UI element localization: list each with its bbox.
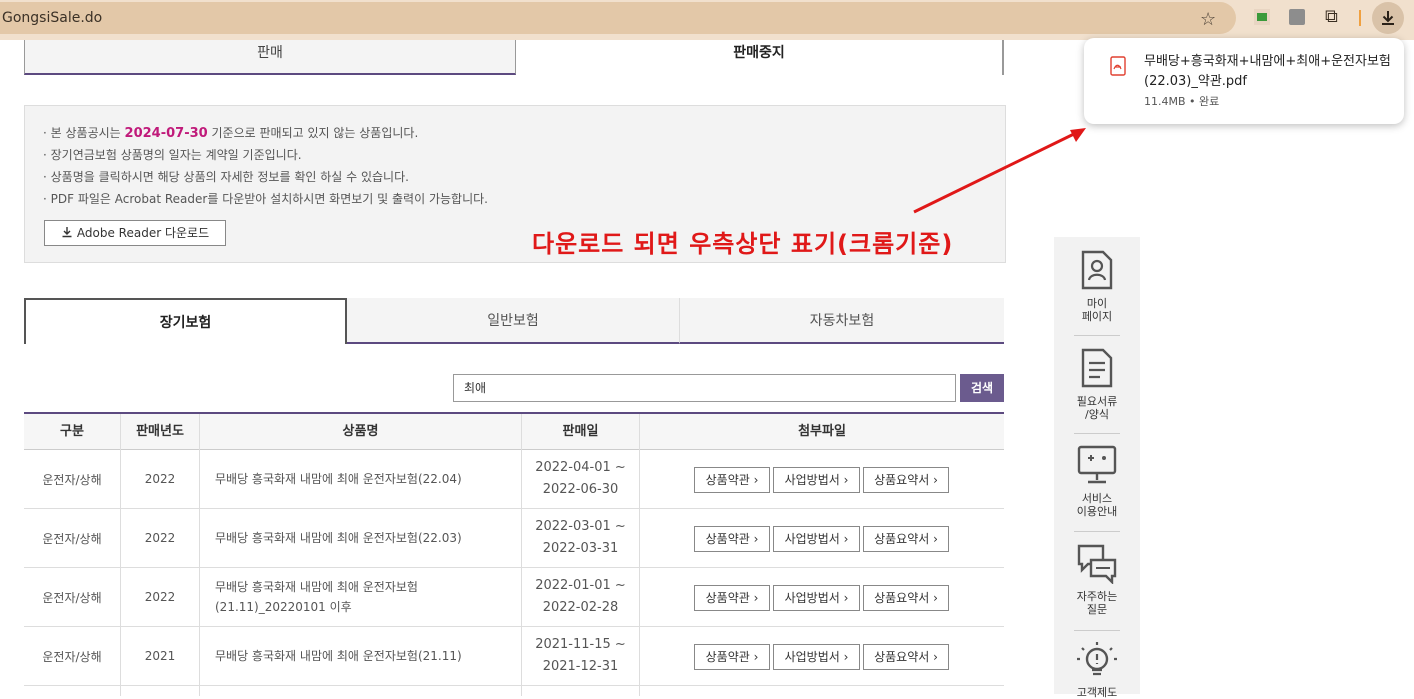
tab-general[interactable]: 일반보험 (347, 298, 680, 344)
terms-button[interactable]: 상품약관 › (694, 526, 770, 552)
notice-line-2: · 장기연금보험 상품명의 일자는 계약일 기준입니다. (43, 148, 302, 162)
row-year: 2021 (121, 627, 200, 685)
row-sale-date: 2022-04-01 ~2022-06-30 (522, 450, 640, 508)
row-attachments: 상품약관 › 사업방법서 › 상품요약서 › (640, 509, 1004, 567)
download-meta: 11.4MB • 완료 (1144, 95, 1220, 108)
tab-discontinued[interactable]: 판매중지 (516, 40, 1004, 75)
row-sale-date: 2022-03-01 ~2022-03-31 (522, 509, 640, 567)
product-link[interactable]: 무배당 흥국화재 내맘에 최애 운전자보험(22.04) (200, 450, 522, 508)
sidebar-item-service-guide[interactable]: 서비스 이용안내 (1054, 444, 1140, 518)
row-category: 운전자/상해 (24, 627, 121, 685)
row-year: 2022 (121, 509, 200, 567)
tab-auto[interactable]: 자동차보험 (680, 298, 1004, 344)
col-year: 판매년도 (121, 414, 200, 450)
col-attachments: 첨부파일 (798, 424, 846, 439)
tab-long-term[interactable]: 장기보험 (24, 298, 347, 344)
table-row: 운전자/상해 2022 무배당 흥국화재 내맘에 최애 운전자보험(21.11)… (24, 568, 1004, 627)
downloads-button[interactable] (1372, 2, 1404, 34)
search-input[interactable]: 최애 (453, 374, 956, 402)
notice-date: 2024-07-30 (124, 126, 208, 141)
download-icon (62, 227, 72, 238)
row-category: 운전자/상해 (24, 568, 121, 626)
tab-on-sale[interactable]: 판매 (24, 40, 516, 75)
user-card-icon (1081, 250, 1113, 290)
row-attachments: 상품약관 › 사업방법서 › 상품요약서 › (640, 568, 1004, 626)
sidebar-item-mypage[interactable]: 마이 페이지 (1054, 249, 1140, 323)
row-category: 운전자/상해 (24, 450, 121, 508)
address-bar[interactable]: GongsiSale.do ☆ (0, 2, 1236, 34)
row-year: 2022 (121, 568, 200, 626)
business-method-button[interactable]: 사업방법서 › (773, 526, 860, 552)
document-icon (1081, 348, 1113, 388)
adobe-reader-download-button[interactable]: Adobe Reader 다운로드 (44, 220, 226, 246)
chat-bubbles-icon (1077, 544, 1117, 584)
extensions-puzzle-icon[interactable]: ⧉ (1325, 6, 1338, 27)
business-method-button[interactable]: 사업방법서 › (773, 467, 860, 493)
summary-button[interactable]: 상품요약서 › (863, 644, 949, 670)
download-popup: 무배당+흥국화재+내맘에+최애+운전자보험(22.03)_약관.pdf 11.4… (1084, 38, 1404, 124)
product-link[interactable]: 무배당 흥국화재 내맘에 최애 운전자보험(21.11) (200, 627, 522, 685)
col-category: 구분 (24, 414, 121, 450)
sidebar-item-documents[interactable]: 필요서류/양식 (1054, 347, 1140, 421)
col-product: 상품명 (200, 414, 522, 450)
browser-toolbar: GongsiSale.do ☆ ⧉ (0, 0, 1414, 40)
business-method-button[interactable]: 사업방법서 › (773, 644, 860, 670)
table-header: 구분 판매년도 상품명 판매일 첨부파일 (24, 412, 1004, 450)
table-row: 운전자/상해 2021 무배당 흥국화재 내맘에 최애 운전자보험(21.11)… (24, 627, 1004, 686)
download-icon (1382, 11, 1394, 25)
search-button[interactable]: 검색 (960, 374, 1004, 402)
table-row: 운전자/상해 2022 무배당 흥국화재 내맘에 최애 운전자보험(22.04)… (24, 450, 1004, 509)
product-link[interactable]: 무배당 흥국화재 내맘에 최애 운전자보험(22.03) (200, 509, 522, 567)
sale-status-tabs: 판매 판매중지 (24, 40, 1004, 76)
table-row: 운전자/상해 2022 무배당 흥국화재 내맘에 최애 운전자보험(22.03)… (24, 509, 1004, 568)
bookmark-star-icon[interactable]: ☆ (1200, 9, 1216, 30)
summary-button[interactable]: 상품요약서 › (863, 526, 949, 552)
row-attachments: 상품약관 › 사업방법서 › 상품요약서 › (640, 450, 1004, 508)
terms-button[interactable]: 상품약관 › (694, 644, 770, 670)
notice-line-4: · PDF 파일은 Acrobat Reader를 다운받아 설치하시면 화면보… (43, 192, 488, 206)
monitor-icon (1077, 445, 1117, 484)
quick-menu-sidebar: 마이 페이지 필요서류/양식 서비스 이용안내 자주하는 질문 고객제도 (1054, 237, 1140, 699)
annotation-arrow (913, 128, 1086, 214)
toolbar-separator (1359, 10, 1361, 26)
product-link[interactable]: 무배당 흥국화재 내맘에 최애 운전자보험(21.11)_20220101 이후 (200, 568, 522, 626)
lightbulb-icon (1077, 642, 1117, 676)
annotation-text: 다운로드 되면 우측상단 표기(크롬기준) (532, 230, 954, 258)
url-text[interactable]: GongsiSale.do (2, 10, 102, 26)
terms-button[interactable]: 상품약관 › (694, 467, 770, 493)
row-attachments: 상품약관 › 사업방법서 › 상품요약서 › (640, 627, 1004, 685)
category-tabs: 장기보험 일반보험 자동차보험 (24, 298, 1004, 344)
profile-extension-icon[interactable] (1289, 9, 1305, 25)
notice-line-3: · 상품명을 클릭하시면 해당 상품의 자세한 정보를 확인 하실 수 있습니다… (43, 170, 409, 184)
terms-button[interactable]: 상품약관 › (694, 585, 770, 611)
notice-line-1: · 본 상품공시는 2024-07-30 기준으로 판매되고 있지 않는 상품입… (43, 126, 419, 141)
extension-icon[interactable] (1254, 9, 1270, 25)
download-size: 11.4MB (1144, 95, 1186, 108)
download-filename[interactable]: 무배당+흥국화재+내맘에+최애+운전자보험(22.03)_약관.pdf (1144, 52, 1394, 92)
table-row (24, 686, 1004, 696)
row-sale-date: 2022-01-01 ~2022-02-28 (522, 568, 640, 626)
summary-button[interactable]: 상품요약서 › (863, 585, 949, 611)
row-year: 2022 (121, 450, 200, 508)
col-sale-date: 판매일 (522, 414, 640, 450)
row-sale-date: 2021-11-15 ~2021-12-31 (522, 627, 640, 685)
pdf-file-icon (1110, 56, 1126, 76)
row-category: 운전자/상해 (24, 509, 121, 567)
download-status: 완료 (1199, 95, 1220, 108)
summary-button[interactable]: 상품요약서 › (863, 467, 949, 493)
sidebar-item-faq[interactable]: 자주하는 질문 (1054, 542, 1140, 616)
sidebar-item-customer[interactable]: 고객제도 (1054, 640, 1140, 699)
business-method-button[interactable]: 사업방법서 › (773, 585, 860, 611)
